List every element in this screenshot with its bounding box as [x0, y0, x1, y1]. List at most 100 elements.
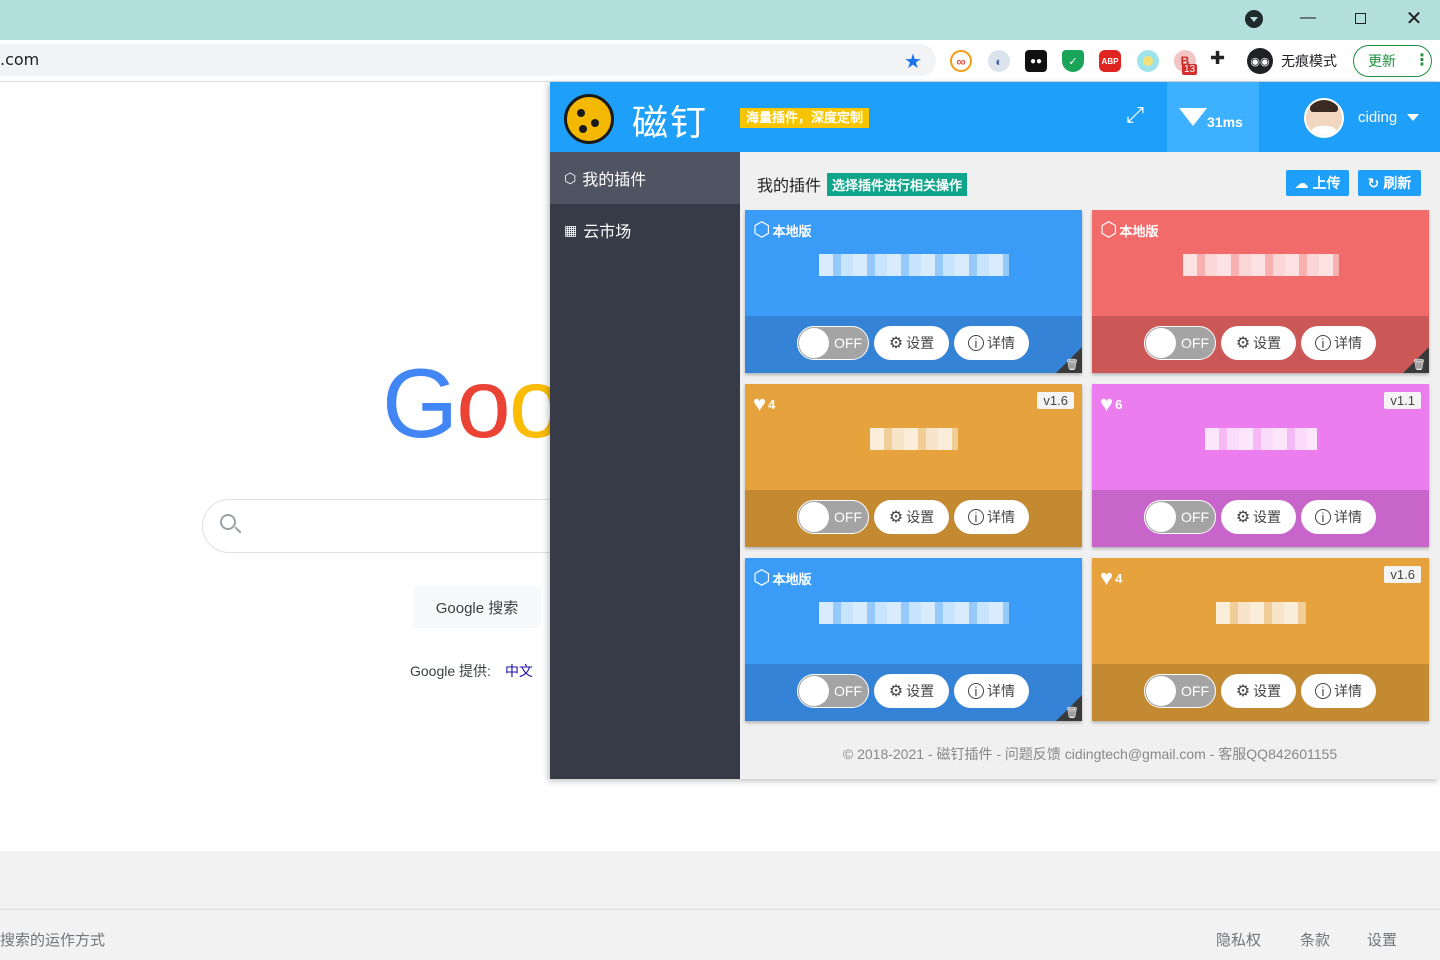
privacy-link[interactable]: 隐私权 — [1216, 929, 1261, 950]
refresh-icon: ↻ — [1367, 174, 1380, 191]
settings-button[interactable]: ⚙ 设置 — [1221, 326, 1296, 360]
plugin-name-blurred — [1215, 602, 1306, 624]
settings-button[interactable]: ⚙ 设置 — [874, 674, 949, 708]
slogan-badge: 海量插件，深度定制 — [740, 108, 870, 128]
window-titlebar: — ✕ — [0, 0, 1440, 40]
language-link-zh[interactable]: 中文 — [505, 663, 533, 679]
details-button[interactable]: i 详情 — [1301, 500, 1376, 534]
google-footer: 搜索的运作方式 隐私权 条款 设置 — [0, 851, 1440, 960]
details-button[interactable]: i 详情 — [1301, 674, 1376, 708]
sidebar-item-label: 云市场 — [583, 224, 632, 241]
plugin-card[interactable]: ⬡ 本地版 OFF ⚙ 设置 i 详情 🗑 — [1092, 210, 1429, 373]
plugin-card[interactable]: ♥ 4 v1.6 OFF ⚙ 设置 i 详情 — [745, 384, 1082, 547]
sidebar-item-my-plugins[interactable]: ⬡ 我的插件 — [550, 152, 740, 204]
plugin-card[interactable]: ♥ 4 v1.6 OFF ⚙ 设置 i 详情 — [1092, 558, 1429, 721]
username: ciding — [1358, 109, 1398, 126]
tab-search-icon[interactable] — [1245, 10, 1263, 28]
card-top: ♥ 6 v1.1 — [1092, 384, 1429, 490]
extension-shield-icon[interactable]: ✓ — [1062, 50, 1084, 72]
plugin-toggle[interactable]: OFF — [797, 674, 869, 708]
details-label: 详情 — [987, 683, 1015, 699]
details-button[interactable]: i 详情 — [1301, 326, 1376, 360]
toggle-state: OFF — [834, 509, 862, 525]
plugin-toggle[interactable]: OFF — [1144, 674, 1216, 708]
update-button[interactable]: 更新 ⋮ — [1353, 45, 1432, 77]
plugin-toggle[interactable]: OFF — [1144, 326, 1216, 360]
incognito-indicator[interactable]: ◉◉ 无痕模式 — [1245, 46, 1349, 76]
details-label: 详情 — [987, 509, 1015, 525]
refresh-button[interactable]: ↻ 刷新 — [1358, 170, 1421, 196]
terms-link[interactable]: 条款 — [1300, 929, 1330, 950]
plugin-card[interactable]: ♥ 6 v1.1 OFF ⚙ 设置 i 详情 — [1092, 384, 1429, 547]
extensions-puzzle-icon[interactable]: ✚ — [1210, 48, 1225, 69]
details-button[interactable]: i 详情 — [954, 674, 1029, 708]
incognito-icon: ◉◉ — [1247, 48, 1273, 74]
close-window-button[interactable]: ✕ — [1388, 0, 1440, 36]
extension-circle-icon[interactable] — [1137, 50, 1159, 72]
extension-wave-icon[interactable]: ◐ — [988, 50, 1010, 72]
plugin-name-blurred — [1182, 254, 1339, 276]
url-text: .com — [0, 50, 40, 69]
settings-button[interactable]: ⚙ 设置 — [874, 500, 949, 534]
settings-button[interactable]: ⚙ 设置 — [1221, 500, 1296, 534]
gear-icon: ⚙ — [888, 683, 904, 700]
settings-button[interactable]: ⚙ 设置 — [1221, 674, 1296, 708]
cube-icon: ⬡ — [1100, 219, 1118, 241]
card-kind-label: 本地版 — [772, 571, 812, 587]
info-icon: i — [968, 683, 984, 699]
network-status[interactable]: 31ms — [1167, 82, 1259, 152]
gear-icon: ⚙ — [888, 509, 904, 526]
heart-icon: ♥ — [1100, 391, 1114, 416]
details-label: 详情 — [987, 335, 1015, 351]
extension-infinity-icon[interactable]: ∞ — [950, 50, 972, 72]
info-icon: i — [1315, 335, 1331, 351]
upload-button[interactable]: ☁ 上传 — [1286, 170, 1349, 196]
gear-icon: ⚙ — [1235, 509, 1251, 526]
plugin-toggle[interactable]: OFF — [797, 500, 869, 534]
plugin-card[interactable]: ⬡ 本地版 OFF ⚙ 设置 i 详情 🗑 — [745, 210, 1082, 373]
sidebar-item-cloud-market[interactable]: ▦ 云市场 — [550, 204, 740, 256]
update-label: 更新 — [1368, 53, 1396, 69]
heart-icon: ♥ — [1100, 565, 1114, 590]
copyright: © 2018-2021 - 磁钉插件 - 问题反馈 cidingtech@gma… — [842, 746, 1338, 762]
fullscreen-icon[interactable]: ⤢ — [1122, 102, 1148, 128]
hint-tag: 选择插件进行相关操作 — [827, 172, 968, 196]
details-button[interactable]: i 详情 — [954, 500, 1029, 534]
browser-toolbar: .com ★ ∞ ◐ ●● ✓ ABP B 13 ✚ ◉◉ 无痕模式 更新 ⋮ — [0, 40, 1440, 82]
address-bar[interactable]: .com ★ — [0, 44, 936, 76]
grid-icon: ▦ — [564, 221, 578, 238]
card-top: ♥ 4 v1.6 — [1092, 558, 1429, 664]
trash-icon: 🗑 — [1065, 359, 1079, 371]
local-version-label: ⬡ 本地版 — [753, 220, 811, 240]
info-icon: i — [968, 335, 984, 351]
settings-link[interactable]: 设置 — [1367, 929, 1397, 950]
toggle-state: OFF — [834, 683, 862, 699]
minimize-button[interactable]: — — [1282, 0, 1334, 36]
user-menu[interactable]: ciding — [1358, 109, 1420, 126]
how-search-works-link[interactable]: 搜索的运作方式 — [0, 929, 105, 950]
restore-button[interactable] — [1334, 0, 1386, 36]
plugin-toggle[interactable]: OFF — [1144, 500, 1216, 534]
bookmark-star-icon[interactable]: ★ — [904, 49, 922, 74]
info-icon: i — [968, 509, 984, 525]
plugin-card[interactable]: ⬡ 本地版 OFF ⚙ 设置 i 详情 🗑 — [745, 558, 1082, 721]
extension-adblock-icon[interactable]: ABP — [1099, 50, 1121, 72]
settings-button[interactable]: ⚙ 设置 — [874, 326, 949, 360]
trash-icon: 🗑 — [1065, 707, 1079, 719]
card-actions: OFF ⚙ 设置 i 详情 — [1092, 664, 1429, 721]
details-button[interactable]: i 详情 — [954, 326, 1029, 360]
settings-label: 设置 — [1253, 683, 1282, 699]
google-search-button[interactable]: Google 搜索 — [413, 586, 541, 628]
plugin-toggle[interactable]: OFF — [797, 326, 869, 360]
more-menu-icon[interactable]: ⋮ — [1414, 53, 1430, 69]
info-icon: i — [1315, 509, 1331, 525]
local-version-label: ⬡ 本地版 — [753, 568, 811, 588]
google-logo: Goo — [382, 348, 563, 458]
likes: ♥ 4 — [1100, 565, 1122, 590]
google-offered-in: Google 提供: 中文 — [410, 661, 533, 681]
card-actions: OFF ⚙ 设置 i 详情 🗑 — [745, 316, 1082, 373]
likes: ♥ 4 — [753, 393, 775, 415]
incognito-label: 无痕模式 — [1281, 53, 1337, 69]
user-avatar[interactable] — [1304, 98, 1344, 138]
extension-ciding-icon[interactable]: ●● — [1025, 50, 1047, 72]
